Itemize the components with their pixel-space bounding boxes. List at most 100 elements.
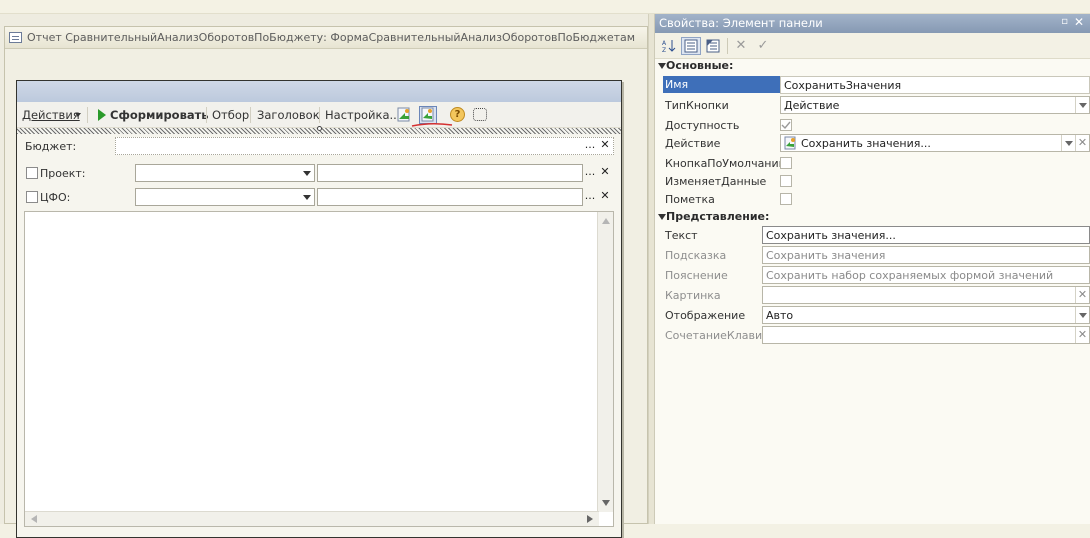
form-command-bar: Действия Сформировать Отбор Заголовок На… <box>17 102 621 128</box>
vertical-scrollbar[interactable] <box>597 212 613 512</box>
toolbar-separator <box>727 38 728 54</box>
filter-button[interactable]: Отбор <box>212 108 249 122</box>
prop-name-label: Имя <box>663 76 780 93</box>
form-editor-window: Отчет СравнительныйАнализОборотовПоБюдже… <box>4 26 648 538</box>
prop-picture-value[interactable]: ✕ <box>762 286 1090 304</box>
project-type-select[interactable] <box>135 164 315 182</box>
prop-row-default-button[interactable]: КнопкаПоУмолчанию <box>655 154 1090 174</box>
prop-row-availability[interactable]: Доступность <box>655 116 1090 136</box>
prop-action-label: Действие <box>665 137 721 150</box>
play-icon <box>98 109 106 121</box>
prop-button-type-select[interactable]: Действие <box>780 96 1090 114</box>
prop-availability-checkbox[interactable] <box>780 119 792 131</box>
prop-text-value[interactable]: Сохранить значения... <box>762 226 1090 244</box>
prop-button-type-value: Действие <box>784 99 840 112</box>
chevron-down-icon[interactable] <box>1061 135 1075 151</box>
close-icon[interactable]: ✕ <box>1074 15 1084 29</box>
properties-list-icon[interactable] <box>703 37 723 55</box>
clear-icon[interactable]: ✕ <box>1075 135 1089 151</box>
project-select-button[interactable]: ... <box>583 165 597 181</box>
cancel-icon[interactable]: ✕ <box>731 37 751 55</box>
prop-shortcut-value[interactable]: ✕ <box>762 326 1090 344</box>
project-input[interactable] <box>317 164 583 182</box>
cfo-type-select[interactable] <box>135 188 315 206</box>
designed-form[interactable]: Действия Сформировать Отбор Заголовок На… <box>16 80 622 538</box>
apply-icon[interactable]: ✓ <box>753 37 773 55</box>
sort-alpha-icon[interactable]: A Z <box>659 37 679 55</box>
collapse-triangle-icon <box>658 214 666 220</box>
cfo-input[interactable] <box>317 188 583 206</box>
project-clear-icon[interactable]: ✕ <box>598 165 612 181</box>
budget-clear-icon[interactable]: ✕ <box>598 138 612 154</box>
toolbar-separator <box>319 107 320 123</box>
chevron-down-icon[interactable] <box>1075 307 1089 323</box>
cfo-checkbox[interactable] <box>26 191 38 203</box>
help-icon[interactable]: ? <box>450 107 465 122</box>
toolbar-separator <box>206 107 207 123</box>
prop-action-select[interactable]: Сохранить значения... ✕ <box>780 134 1090 152</box>
prop-changes-data-label: ИзменяетДанные <box>665 175 767 188</box>
cfo-label: ЦФО: <box>40 191 71 204</box>
chevron-down-icon <box>303 171 311 176</box>
prop-row-explanation[interactable]: Пояснение Сохранить набор сохраняемых фо… <box>655 266 1090 286</box>
scroll-right-icon[interactable] <box>587 515 593 523</box>
result-spreadsheet[interactable] <box>24 211 614 527</box>
prop-mark-label: Пометка <box>665 193 715 206</box>
prop-row-button-type[interactable]: ТипКнопки Действие <box>655 96 1090 116</box>
header-button[interactable]: Заголовок <box>257 108 320 122</box>
prop-row-mark[interactable]: Пометка <box>655 190 1090 210</box>
prop-default-button-checkbox[interactable] <box>780 157 792 169</box>
prop-mark-checkbox[interactable] <box>780 193 792 205</box>
prop-name-value[interactable]: СохранитьЗначения <box>780 76 1090 94</box>
collapse-triangle-icon <box>658 63 666 69</box>
prop-button-type-label: ТипКнопки <box>665 99 729 112</box>
section-main-label: Основные: <box>666 59 734 72</box>
scroll-down-icon[interactable] <box>602 500 610 506</box>
top-strip <box>0 0 1090 14</box>
prop-row-shortcut[interactable]: СочетаниеКлавиш ✕ <box>655 326 1090 346</box>
anchor-handle[interactable] <box>317 126 322 131</box>
actions-chevron-down-icon <box>75 113 81 117</box>
form-document-icon <box>9 32 22 43</box>
properties-title-bar[interactable]: Свойства: Элемент панели ▫ ✕ <box>655 14 1090 33</box>
generate-button[interactable]: Сформировать <box>110 108 209 122</box>
prop-row-display[interactable]: Отображение Авто <box>655 306 1090 326</box>
pin-icon[interactable]: ▫ <box>1061 16 1068 27</box>
categories-icon[interactable] <box>681 37 701 55</box>
budget-input[interactable] <box>115 137 614 155</box>
prop-text-label: Текст <box>665 229 698 242</box>
cfo-clear-icon[interactable]: ✕ <box>598 189 612 205</box>
prop-display-value: Авто <box>766 309 794 322</box>
clear-icon[interactable]: ✕ <box>1075 327 1089 343</box>
prop-row-action[interactable]: Действие Сохранить значения... ✕ <box>655 134 1090 154</box>
editor-title-bar[interactable]: Отчет СравнительныйАнализОборотовПоБюдже… <box>5 27 647 49</box>
prop-display-select[interactable]: Авто <box>762 306 1090 324</box>
prop-explanation-label: Пояснение <box>665 269 728 282</box>
chevron-down-icon[interactable] <box>1075 97 1089 113</box>
section-view[interactable]: Представление: <box>655 210 1090 225</box>
budget-select-button[interactable]: ... <box>583 138 597 154</box>
prop-tooltip-value[interactable]: Сохранить значения <box>762 246 1090 264</box>
clear-icon[interactable]: ✕ <box>1075 287 1089 303</box>
prop-row-changes-data[interactable]: ИзменяетДанные <box>655 172 1090 192</box>
cfo-select-button[interactable]: ... <box>583 189 597 205</box>
toolbar-separator <box>250 107 251 123</box>
prop-row-name[interactable]: Имя СохранитьЗначения <box>655 76 1090 96</box>
prop-changes-data-checkbox[interactable] <box>780 175 792 187</box>
prop-explanation-value[interactable]: Сохранить набор сохраняемых формой значе… <box>762 266 1090 284</box>
prop-tooltip-label: Подсказка <box>665 249 727 262</box>
frame-select-icon[interactable] <box>473 108 487 121</box>
project-label: Проект: <box>40 167 86 180</box>
settings-button[interactable]: Настройка... <box>325 108 401 122</box>
section-main[interactable]: Основные: <box>655 59 1090 74</box>
scroll-up-icon[interactable] <box>602 218 610 224</box>
prop-default-button-label: КнопкаПоУмолчанию <box>665 157 788 170</box>
actions-menu[interactable]: Действия <box>22 108 80 122</box>
prop-row-text[interactable]: Текст Сохранить значения... <box>655 226 1090 246</box>
prop-row-tooltip[interactable]: Подсказка Сохранить значения <box>655 246 1090 266</box>
prop-availability-label: Доступность <box>665 119 740 132</box>
scroll-left-icon[interactable] <box>31 515 37 523</box>
project-checkbox[interactable] <box>26 167 38 179</box>
prop-row-picture[interactable]: Картинка ✕ <box>655 286 1090 306</box>
section-view-label: Представление: <box>666 210 770 223</box>
